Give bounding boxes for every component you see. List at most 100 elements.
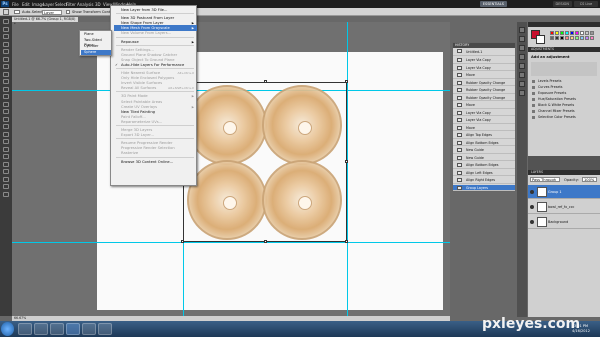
color-swatch[interactable] [585, 31, 589, 35]
tool-icon[interactable] [3, 79, 9, 84]
adjustment-icons[interactable] [531, 62, 597, 76]
taskbar-app[interactable] [98, 323, 112, 335]
tool-icon[interactable] [3, 116, 9, 122]
adjustment-preset[interactable]: Hue/Saturation Presets [530, 97, 598, 102]
tool-icon[interactable] [3, 146, 9, 152]
history-row[interactable]: Move [453, 72, 515, 79]
menu-filter[interactable]: Filter [66, 2, 76, 7]
panel-toggle-icon[interactable] [519, 90, 525, 96]
panel-toggle-icon[interactable] [519, 72, 525, 78]
eye-icon[interactable] [530, 220, 534, 224]
history-snapshot[interactable]: Untitled-1 [453, 48, 515, 56]
color-swatch[interactable] [550, 31, 554, 35]
guide-horizontal[interactable] [12, 242, 450, 243]
document-tab[interactable]: Untitled-1 @ 66.7% (Group 1, RGB/8) * [12, 17, 78, 26]
tool-icon[interactable] [3, 191, 9, 197]
tool-icon[interactable] [3, 169, 9, 174]
color-swatch[interactable] [560, 31, 564, 35]
menu-item-3d[interactable]: Browse 3D Content Online... [114, 159, 197, 165]
history-row[interactable]: Rubber Opacity Change [453, 80, 515, 86]
adjustment-preset[interactable]: Selective Color Presets [530, 115, 598, 120]
taskbar-app[interactable] [82, 323, 96, 335]
transform-handle[interactable] [264, 240, 267, 243]
adjustment-preset[interactable]: Levels Presets [530, 79, 598, 84]
history-row[interactable]: New Guide [453, 147, 515, 154]
eye-icon[interactable] [530, 190, 534, 194]
target-select[interactable]: Layer [42, 9, 62, 15]
transform-handle[interactable] [264, 80, 267, 83]
tool-icon[interactable] [3, 56, 9, 62]
color-swatch[interactable] [585, 36, 589, 40]
history-row[interactable]: Move [453, 125, 515, 131]
history-row[interactable]: Align Bottom Edges [453, 140, 515, 146]
tool-icon[interactable] [3, 109, 9, 114]
guide-vertical[interactable] [347, 22, 348, 316]
color-swatch[interactable] [575, 31, 579, 35]
tool-icon[interactable] [3, 71, 9, 77]
submenu-item[interactable]: Plane [81, 32, 111, 37]
color-swatch[interactable] [580, 31, 584, 35]
panel-toggle-icon[interactable] [519, 45, 525, 51]
tool-icon[interactable] [3, 41, 9, 47]
background-color[interactable] [536, 35, 545, 44]
panel-toggle-icon[interactable] [519, 27, 525, 33]
layer-row[interactable]: Group 1 [528, 185, 600, 199]
cs-live-button[interactable]: CS Live [574, 1, 598, 7]
menu-edit[interactable]: Edit [22, 2, 30, 7]
tool-icon[interactable] [3, 154, 9, 159]
history-row[interactable]: Layer Via Copy [453, 110, 515, 116]
menu-item-3d[interactable]: Auto-Hide Layers For Performance ✓ [114, 62, 197, 68]
tool-icon[interactable] [3, 49, 9, 54]
tool-icon[interactable] [3, 94, 9, 99]
menu-file[interactable]: File [12, 2, 19, 7]
menu-3d[interactable]: 3D [95, 2, 101, 7]
adjustment-preset[interactable]: Exposure Presets [530, 91, 598, 96]
tool-icon[interactable] [3, 161, 9, 167]
color-swatch[interactable] [590, 36, 594, 40]
panel-toggle-icon[interactable] [519, 54, 525, 60]
transform-handle[interactable] [345, 160, 348, 163]
tool-icon[interactable] [3, 19, 9, 24]
adjustment-preset[interactable]: Channel Mixer Presets [530, 109, 598, 114]
zoom-level[interactable]: 66.67% [14, 316, 26, 320]
taskbar-app[interactable] [34, 323, 48, 335]
history-row[interactable]: Layer Via Copy [453, 117, 515, 124]
auto-select-checkbox[interactable] [14, 10, 20, 14]
history-row[interactable]: Rubber Opacity Change [453, 95, 515, 101]
history-row[interactable]: Align Left Edges [453, 170, 515, 176]
menu-item-3d[interactable]: New Layer from 3D File... [114, 7, 197, 13]
tool-icon[interactable] [3, 124, 9, 129]
panel-toggle-icon[interactable] [519, 36, 525, 42]
layer-row[interactable]: bowl_ref_fx_ccc [528, 200, 600, 214]
color-swatch[interactable] [555, 31, 559, 35]
history-row[interactable]: Layer Via Copy [453, 65, 515, 71]
move-tool-icon[interactable] [3, 9, 9, 15]
transform-bounding-box[interactable] [183, 82, 347, 242]
tool-icon[interactable] [3, 86, 9, 92]
color-swatch[interactable] [580, 36, 584, 40]
tool-icon[interactable] [3, 64, 9, 69]
eye-icon[interactable] [530, 205, 534, 209]
transform-handle[interactable] [345, 80, 348, 83]
transform-handle[interactable] [345, 240, 348, 243]
tool-icon[interactable] [3, 101, 9, 107]
layer-row[interactable]: Background [528, 215, 600, 229]
color-swatch[interactable] [570, 36, 574, 40]
history-row[interactable]: Layer Via Copy [453, 57, 515, 64]
color-swatch[interactable] [565, 36, 569, 40]
tool-icon[interactable] [3, 131, 9, 137]
history-row[interactable]: Align Top Edges [453, 132, 515, 139]
taskbar-photoshop[interactable] [66, 323, 80, 335]
color-swatch[interactable] [555, 36, 559, 40]
submenu-item[interactable]: Sphere [81, 50, 111, 55]
blend-mode-select[interactable]: Pass Through [530, 177, 560, 182]
transform-handle[interactable] [181, 240, 184, 243]
color-swatch[interactable] [560, 36, 564, 40]
taskbar-app[interactable] [50, 323, 64, 335]
tool-icon[interactable] [3, 184, 9, 189]
start-button[interactable] [1, 322, 14, 336]
history-row[interactable]: New Guide [453, 155, 515, 161]
color-swatch[interactable] [590, 31, 594, 35]
panel-toggle-icon[interactable] [519, 63, 525, 69]
tool-icon[interactable] [3, 176, 9, 182]
